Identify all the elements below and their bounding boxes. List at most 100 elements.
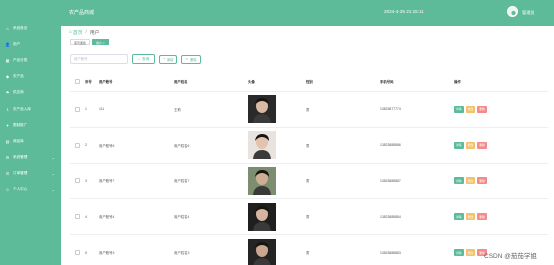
edit-button-label: 修改 xyxy=(467,250,474,255)
sidebar-item-8[interactable]: ⚙ 系统管理 ⌄ xyxy=(0,150,61,166)
sidebar-item-label: 个人中心 xyxy=(13,187,28,192)
sidebar-item-label: 产品分类 xyxy=(13,57,28,62)
toolbar: ⌕ 查询 + 新增 ✕ 删除 xyxy=(70,54,201,64)
cell-index: 5 xyxy=(85,250,87,255)
avatar-photo[interactable] xyxy=(248,131,276,160)
cell-sex: 男 xyxy=(306,179,310,184)
cell-name: 用户姓名6 xyxy=(174,143,190,148)
cell-phone: 13823888884 xyxy=(380,214,401,219)
header-actions: 操作 xyxy=(454,80,461,84)
header-name[interactable]: 用户姓名 xyxy=(174,79,248,84)
user-avatar[interactable] xyxy=(507,6,518,17)
sidebar-item-1[interactable]: 👤 用户 xyxy=(0,36,61,52)
row-actions: 详情 修改 删除 xyxy=(454,249,487,257)
inbound-icon: ⇩ xyxy=(5,106,10,112)
sidebar-item-5[interactable]: ⇩ 农产品入库 xyxy=(0,101,61,117)
cell-sex: 男 xyxy=(306,215,310,220)
row-delete-button[interactable]: 删除 xyxy=(477,105,487,113)
sidebar-item-7[interactable]: ▤ 商品库 xyxy=(0,133,61,149)
row-checkbox[interactable] xyxy=(75,214,80,220)
category-icon: ▦ xyxy=(5,57,10,63)
add-button[interactable]: + 新增 xyxy=(159,54,178,64)
avatar-photo[interactable] xyxy=(248,95,276,124)
avatar-photo[interactable] xyxy=(248,238,276,265)
detail-button[interactable]: 详情 xyxy=(454,213,464,221)
home-icon: ⌂ xyxy=(6,25,9,31)
sidebar-item-10[interactable]: ☺ 个人中心 ⌄ xyxy=(0,182,61,198)
row-checkbox[interactable] xyxy=(75,106,80,112)
table-row: 2 用户账号6 用户姓名6 男 13823888886 详情 修改 删除 xyxy=(70,128,548,164)
edit-button-label: 修改 xyxy=(467,214,474,219)
header-avatar: 头像 xyxy=(248,80,255,84)
breadcrumb: ⌂ 首页 / 用户 xyxy=(69,29,99,36)
sidebar-item-4[interactable]: ⚑ 供应商 xyxy=(0,85,61,101)
edit-button[interactable]: 修改 xyxy=(465,213,476,221)
row-checkbox[interactable] xyxy=(75,142,80,148)
user-name[interactable]: 管理员 xyxy=(522,10,535,16)
breadcrumb-current: 用户 xyxy=(89,31,100,36)
detail-button[interactable]: 详情 xyxy=(454,105,464,113)
select-all-checkbox[interactable] xyxy=(75,79,80,84)
detail-button-label: 详情 xyxy=(456,143,462,148)
avatar-icon xyxy=(511,11,516,15)
cell-phone: 13823888886 xyxy=(380,143,401,148)
sidebar-item-label: 限制推广 xyxy=(13,122,28,127)
search-button[interactable]: ⌕ 查询 xyxy=(132,54,156,64)
row-actions: 详情 修改 删除 xyxy=(454,177,487,185)
row-checkbox[interactable] xyxy=(75,250,80,256)
detail-button[interactable]: 详情 xyxy=(454,177,464,185)
breadcrumb-home[interactable]: 首页 xyxy=(73,29,83,36)
delete-button-label: 删除 xyxy=(190,57,197,62)
header-account[interactable]: 用户账号 xyxy=(99,79,174,84)
sidebar-menu: ⌂ 系统首页 👤 用户 ▦ 产品分类 ◆ 农产品 ⚑ 供应商 ⇩ 农产品入库 ✦ 限制推广 ▤ 商品库 ⚙ 系统管… xyxy=(0,20,61,198)
sidebar-item-0[interactable]: ⌂ 系统首页 xyxy=(0,20,61,36)
portrait-image xyxy=(253,169,271,195)
row-delete-button[interactable]: 删除 xyxy=(477,213,487,221)
cell-account: 用户账号4 xyxy=(99,215,115,220)
sidebar-item-2[interactable]: ▦ 产品分类 xyxy=(0,52,61,68)
sidebar-item-label: 系统管理 xyxy=(13,155,28,160)
user-icon: 👤 xyxy=(5,41,10,47)
header-phone[interactable]: 手机号码 xyxy=(380,79,454,84)
table-row: 3 用户账号7 用户姓名7 男 13823888887 详情 修改 删除 xyxy=(70,164,548,200)
trash-icon: ✕ xyxy=(185,57,189,61)
add-button-label: 新增 xyxy=(167,57,174,62)
tab-users[interactable]: 用户 × xyxy=(92,39,109,45)
row-checkbox[interactable] xyxy=(75,178,80,184)
profile-icon: ☺ xyxy=(5,187,10,193)
sidebar-brand xyxy=(0,0,61,20)
cell-name: 用户姓名3 xyxy=(174,251,190,256)
detail-button[interactable]: 详情 xyxy=(454,141,464,149)
edit-button[interactable]: 修改 xyxy=(465,105,476,113)
avatar-photo[interactable] xyxy=(248,166,276,195)
edit-button[interactable]: 修改 xyxy=(465,249,476,257)
sidebar: ⌂ 系统首页 👤 用户 ▦ 产品分类 ◆ 农产品 ⚑ 供应商 ⇩ 农产品入库 ✦ 限制推广 ▤ 商品库 ⚙ 系统管… xyxy=(0,0,61,265)
edit-button[interactable]: 修改 xyxy=(465,141,476,149)
delete-button[interactable]: ✕ 删除 xyxy=(181,54,201,64)
cell-phone: 13823877774 xyxy=(380,107,401,112)
detail-button-label: 详情 xyxy=(456,250,462,255)
edit-button-label: 修改 xyxy=(467,107,474,112)
top-bar: 农产品商城 2024-4-25 21:15:11 管理员 xyxy=(61,0,554,26)
main-panel: ⌂ 首页 / 用户 首页面板 用户 × ⌕ 查询 + 新增 ✕ 删除 序号 用户… xyxy=(61,26,554,265)
app-title: 农产品商城 xyxy=(69,10,95,16)
sidebar-item-label: 用户 xyxy=(13,41,21,46)
avatar-photo[interactable] xyxy=(248,202,276,231)
edit-button[interactable]: 修改 xyxy=(465,177,476,185)
row-delete-button-label: 删除 xyxy=(479,214,485,219)
cell-sex: 男 xyxy=(306,251,310,256)
sidebar-item-6[interactable]: ✦ 限制推广 xyxy=(0,117,61,133)
cell-account: 用户账号7 xyxy=(99,179,115,184)
header-sex[interactable]: 性别 xyxy=(306,79,380,84)
detail-button[interactable]: 详情 xyxy=(454,249,464,257)
sidebar-item-9[interactable]: ☰ 订单管理 ⌄ xyxy=(0,166,61,182)
row-delete-button[interactable]: 删除 xyxy=(477,141,487,149)
sidebar-item-3[interactable]: ◆ 农产品 xyxy=(0,69,61,85)
cell-account: 用户账号3 xyxy=(99,251,115,256)
row-delete-button[interactable]: 删除 xyxy=(477,177,487,185)
search-input[interactable] xyxy=(70,54,128,64)
breadcrumb-separator: / xyxy=(85,30,87,35)
inventory-icon: ▤ xyxy=(5,138,10,144)
tab-dashboard[interactable]: 首页面板 xyxy=(70,39,91,45)
sidebar-item-label: 系统首页 xyxy=(13,25,28,30)
